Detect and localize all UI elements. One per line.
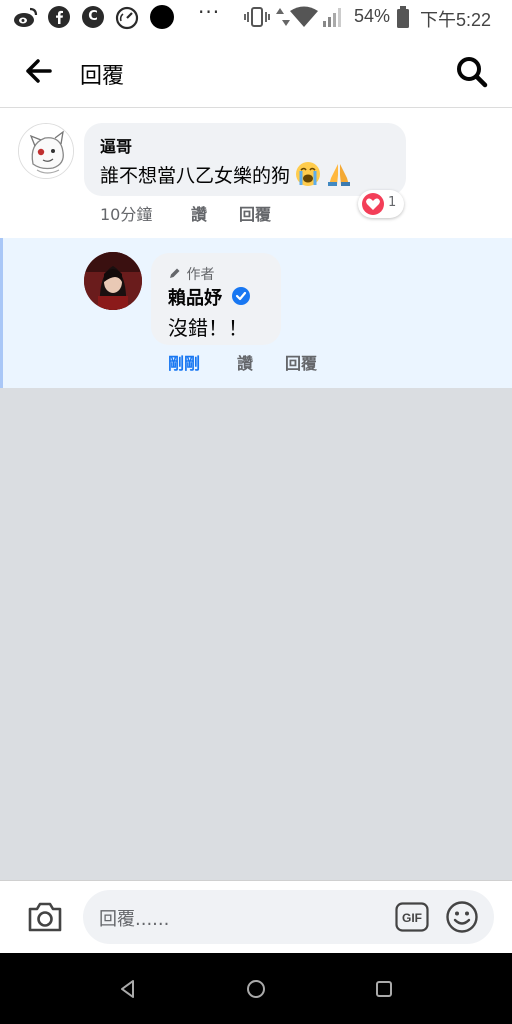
page-title: 回覆 [80, 64, 125, 89]
facebook-icon [48, 6, 70, 28]
nav-back-icon[interactable] [116, 977, 140, 1001]
clock: 下午5:22 [420, 10, 492, 30]
comment-reply-button[interactable]: 回覆 [239, 201, 271, 225]
thread-indicator [0, 238, 3, 388]
reply-time: 剛剛 [168, 354, 201, 373]
verified-badge-icon [232, 287, 250, 305]
reply-author[interactable]: 賴品妤 [168, 284, 222, 310]
vibrate-icon [244, 7, 270, 27]
app-header: 回覆 [0, 34, 512, 108]
wifi-icon [290, 6, 318, 27]
comment-like-button[interactable]: 讚 [191, 201, 207, 225]
comment-text: 誰不想當八乙女樂的狗 [100, 165, 291, 187]
search-icon[interactable] [452, 52, 492, 92]
battery-percent: 54% [354, 6, 391, 26]
status-bar: C ··· 54% 下午5:22 [0, 0, 512, 34]
comment-bubble[interactable]: 逼哥 誰不想當八乙女樂的狗 [84, 123, 406, 196]
comment-author[interactable]: 逼哥 [100, 133, 132, 157]
back-arrow-icon[interactable] [20, 54, 60, 88]
comment-time: 10分鐘 [100, 205, 153, 224]
love-reaction-icon [362, 193, 384, 215]
signal-icon [323, 8, 341, 27]
reply-input[interactable]: 回覆...... GIF [83, 890, 494, 944]
author-badge: 作者 [168, 264, 214, 284]
reply-text: 沒錯！！ [168, 316, 248, 340]
reaction-count: 1 [388, 195, 397, 210]
author-badge-label: 作者 [186, 267, 215, 283]
comment-body: 誰不想當八乙女樂的狗 [100, 161, 352, 189]
reply-input-placeholder: 回覆...... [99, 909, 170, 930]
reply-composer: 回覆...... GIF [0, 880, 512, 953]
reply-author-avatar[interactable] [84, 252, 142, 310]
folded-hands-icon [328, 164, 351, 186]
loudly-crying-face-icon [296, 162, 321, 186]
reaction-summary[interactable]: 1 [358, 190, 404, 218]
speedometer-icon [115, 6, 139, 30]
camera-icon[interactable] [26, 899, 64, 935]
gif-icon[interactable]: GIF [395, 902, 429, 932]
data-arrows-icon [276, 8, 290, 26]
more-notifications-icon: ··· [198, 0, 221, 24]
reply-like-button[interactable]: 讚 [237, 350, 253, 374]
commenter-avatar[interactable] [18, 123, 74, 179]
weibo-icon [14, 7, 38, 27]
battery-icon [397, 6, 409, 28]
empty-content-area [0, 388, 512, 880]
system-nav-bar [0, 953, 512, 1024]
pencil-icon [170, 268, 180, 278]
app-c-icon: C [82, 6, 104, 28]
gif-label: GIF [402, 911, 422, 925]
reply-reply-button[interactable]: 回覆 [285, 350, 317, 374]
emoji-icon[interactable] [445, 900, 479, 934]
nav-home-icon[interactable] [244, 977, 268, 1001]
notification-dot-icon [150, 5, 174, 29]
nav-recents-icon[interactable] [372, 977, 396, 1001]
